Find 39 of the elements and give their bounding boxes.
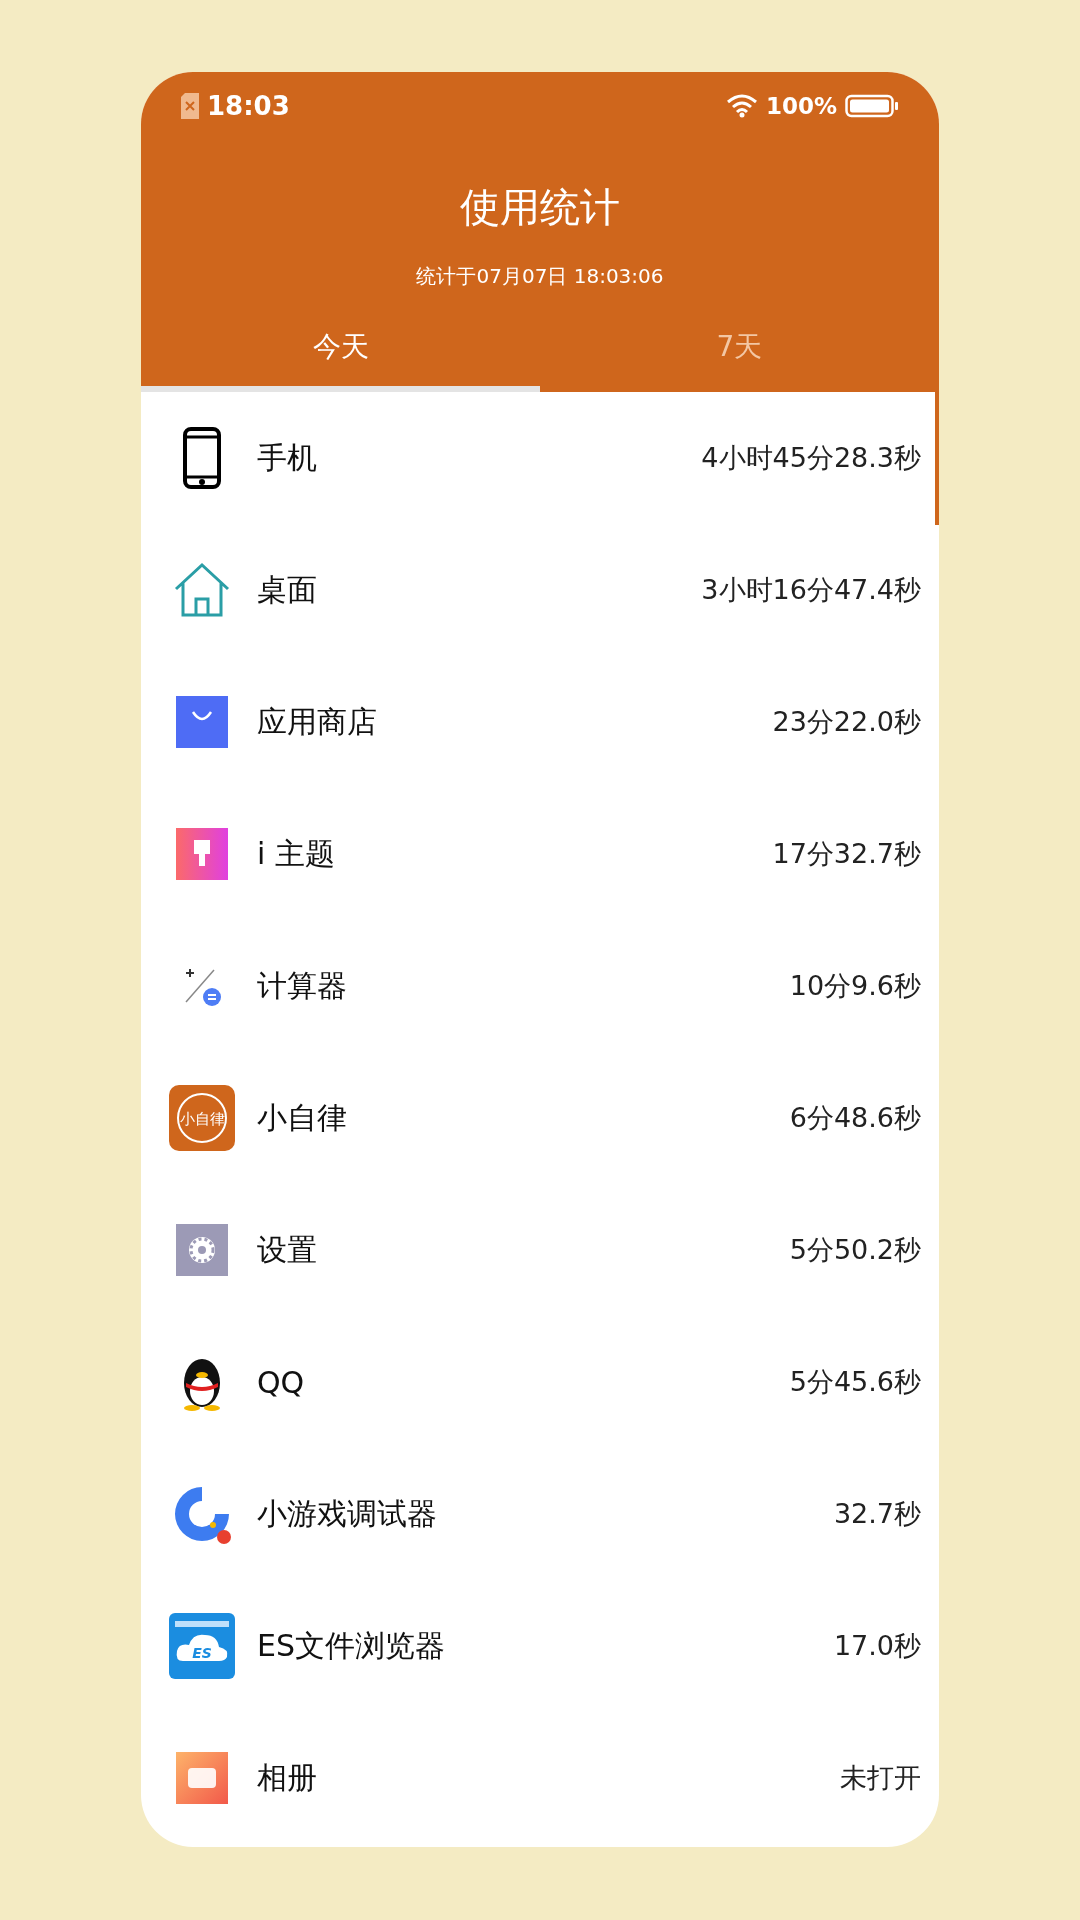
brush-icon: [176, 828, 228, 880]
usage-duration: 5分50.2秒: [789, 1233, 921, 1267]
app-name: QQ: [257, 1364, 306, 1400]
app-name: 相册: [257, 1758, 318, 1797]
photo-album-icon: [176, 1752, 228, 1804]
usage-duration: 6分48.6秒: [789, 1101, 921, 1135]
period-tab[interactable]: 今天: [141, 312, 540, 392]
app-name: 手机: [257, 438, 318, 477]
app-name: 小游戏调试器: [257, 1494, 438, 1533]
app-name: 设置: [257, 1230, 318, 1269]
app-name: i 主题: [257, 834, 336, 873]
folder-icon: ES: [169, 1613, 235, 1679]
page-title: 使用统计: [459, 183, 621, 232]
usage-duration: 3小时16分47.4秒: [701, 573, 921, 607]
gear-icon: [176, 1224, 228, 1276]
sim-card-icon: [181, 93, 199, 119]
phone-icon: [183, 427, 221, 489]
period-tab[interactable]: 7天: [540, 312, 939, 392]
usage-duration: 23分22.0秒: [772, 705, 921, 739]
usage-duration: 10分9.6秒: [789, 969, 921, 1003]
app-name: 桌面: [257, 570, 318, 609]
usage-duration: 32.7秒: [833, 1497, 921, 1531]
usage-duration: 17分32.7秒: [772, 837, 921, 871]
battery-icon: [845, 94, 899, 118]
app-name: 小自律: [257, 1098, 348, 1137]
usage-duration: 17.0秒: [833, 1629, 921, 1663]
usage-duration: 5分45.6秒: [789, 1365, 921, 1399]
app-name: 计算器: [257, 966, 348, 1005]
battery-percent: 100%: [765, 93, 837, 119]
bag-icon: [176, 696, 228, 748]
house-icon: [173, 562, 231, 618]
app-name: ES文件浏览器: [257, 1626, 446, 1665]
app-badge-icon: 小自律: [169, 1085, 235, 1151]
stats-timestamp: 统计于07月07日 18:03:06: [415, 263, 665, 290]
status-time: 18:03: [207, 91, 290, 121]
wifi-icon: [725, 94, 758, 118]
usage-duration: 4小时45分28.3秒: [701, 441, 921, 475]
usage-duration: 未打开: [840, 1761, 921, 1795]
app-name: 应用商店: [257, 702, 378, 741]
